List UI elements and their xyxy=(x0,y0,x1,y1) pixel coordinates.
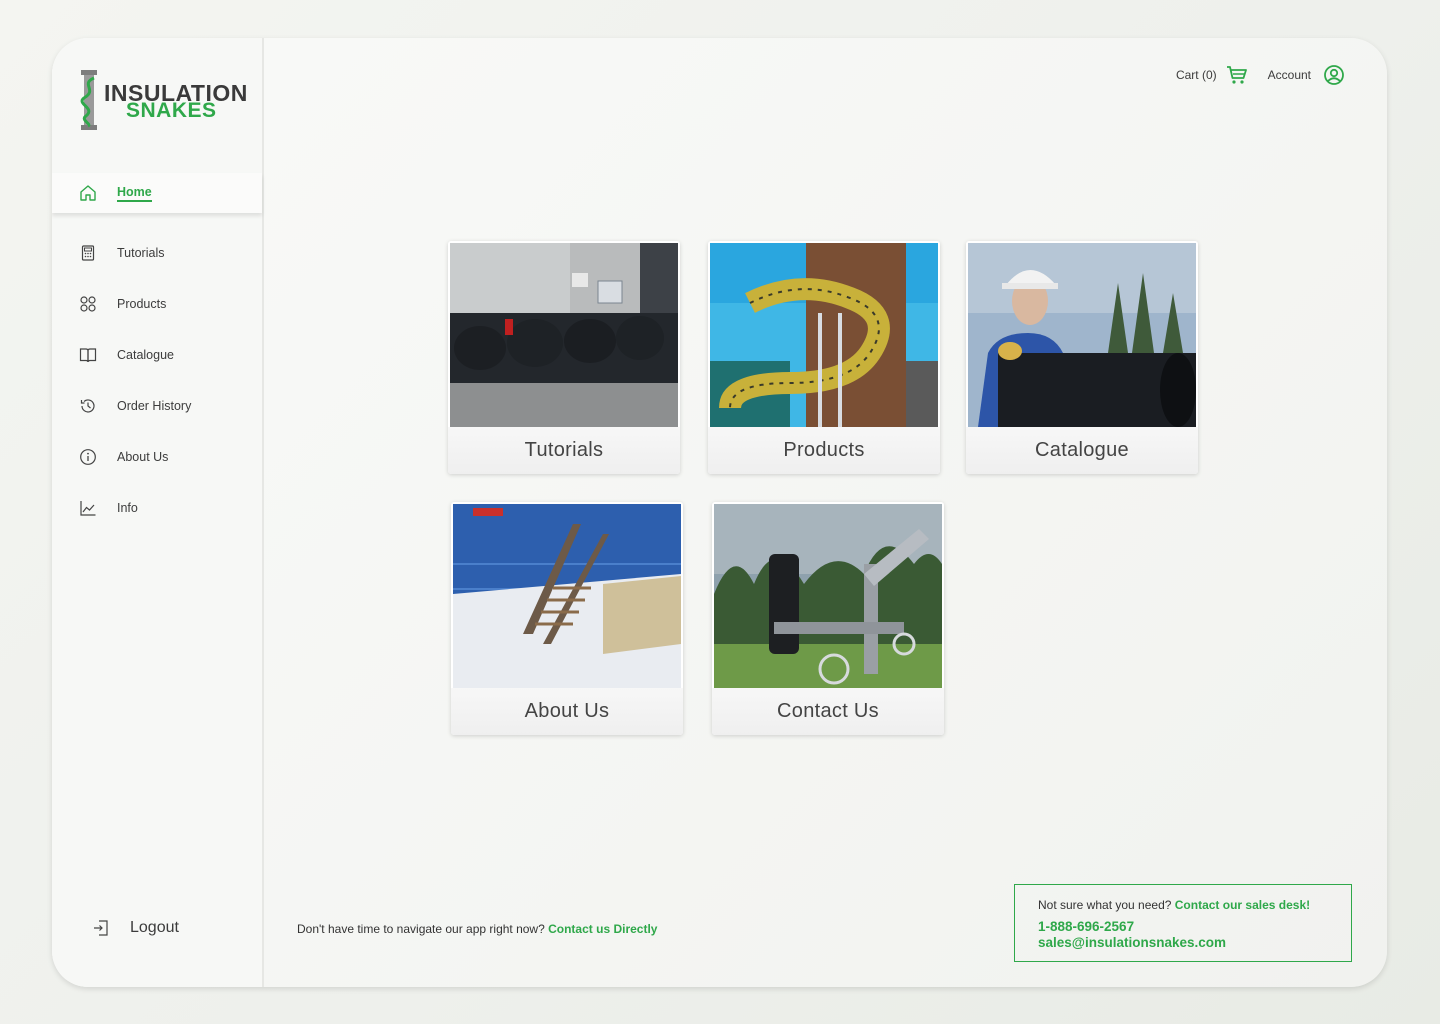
tutorials-photo xyxy=(450,243,678,427)
top-bar: Cart (0) Account xyxy=(1176,64,1345,86)
tile-caption: Products xyxy=(708,427,940,474)
cart-icon xyxy=(1226,66,1247,84)
sidebar-item-home[interactable]: Home xyxy=(52,173,262,213)
sidebar: INSULATION SNAKES Home Tutorials Product… xyxy=(52,38,264,987)
contact-directly-note: Don't have time to navigate our app righ… xyxy=(297,922,657,936)
sidebar-item-products[interactable]: Products xyxy=(52,284,262,324)
sidebar-item-label: Tutorials xyxy=(117,246,165,260)
sidebar-item-catalogue[interactable]: Catalogue xyxy=(52,335,262,375)
tile-products[interactable]: Products xyxy=(708,241,940,474)
tile-about-us[interactable]: About Us xyxy=(451,502,683,735)
contact-directly-prompt: Don't have time to navigate our app righ… xyxy=(297,922,549,936)
sales-desk-link[interactable]: Contact our sales desk! xyxy=(1175,898,1310,912)
history-clock-icon xyxy=(80,399,95,413)
logout-button[interactable]: Logout xyxy=(92,910,179,946)
catalogue-photo xyxy=(968,243,1196,427)
brand-line2: SNAKES xyxy=(126,99,217,122)
contact-us-photo xyxy=(714,504,942,688)
account-icon xyxy=(1324,65,1344,85)
sales-email[interactable]: sales@insulationsnakes.com xyxy=(1038,935,1226,950)
tile-caption: Tutorials xyxy=(448,427,680,474)
sales-question: Not sure what you need? Contact our sale… xyxy=(1038,898,1310,912)
sidebar-item-label: Catalogue xyxy=(117,348,174,362)
brand-logo[interactable]: INSULATION SNAKES xyxy=(78,66,248,136)
cart-button[interactable]: Cart (0) xyxy=(1176,65,1248,85)
tile-contact-us[interactable]: Contact Us xyxy=(712,502,944,735)
sidebar-item-order-history[interactable]: Order History xyxy=(52,386,262,426)
about-us-photo xyxy=(453,504,681,688)
snake-pipe-icon xyxy=(80,70,97,130)
sidebar-item-info[interactable]: Info xyxy=(52,488,262,528)
grid-circles-icon xyxy=(80,296,96,312)
home-icon xyxy=(80,185,96,201)
logout-label: Logout xyxy=(130,919,179,936)
cart-label: Cart (0) xyxy=(1175,68,1217,82)
sidebar-item-about-us[interactable]: About Us xyxy=(52,437,262,477)
sales-question-text: Not sure what you need? xyxy=(1038,898,1175,912)
products-photo xyxy=(710,243,938,427)
sales-desk-box: Not sure what you need? Contact our sale… xyxy=(1014,884,1352,962)
sidebar-item-label: Products xyxy=(117,297,167,311)
sidebar-item-label: Home xyxy=(117,185,152,202)
sidebar-item-label: Info xyxy=(117,501,138,515)
tile-tutorials[interactable]: Tutorials xyxy=(448,241,680,474)
calculator-icon xyxy=(81,245,95,261)
contact-directly-link[interactable]: Contact us Directly xyxy=(548,922,657,936)
sidebar-item-label: Order History xyxy=(117,399,192,413)
tile-caption: About Us xyxy=(451,688,683,735)
account-label: Account xyxy=(1267,68,1311,82)
app-window: INSULATION SNAKES Home Tutorials Product… xyxy=(52,38,1387,987)
info-circle-icon xyxy=(80,449,96,465)
tile-caption: Catalogue xyxy=(966,427,1198,474)
sidebar-item-label: About Us xyxy=(117,450,169,464)
tile-caption: Contact Us xyxy=(712,688,944,735)
open-book-icon xyxy=(79,348,97,363)
tile-catalogue[interactable]: Catalogue xyxy=(966,241,1198,474)
line-chart-icon xyxy=(80,501,96,516)
logout-icon xyxy=(94,920,108,936)
sidebar-item-tutorials[interactable]: Tutorials xyxy=(52,233,262,273)
account-button[interactable]: Account xyxy=(1268,64,1345,86)
sales-phone[interactable]: 1-888-696-2567 xyxy=(1038,919,1134,934)
